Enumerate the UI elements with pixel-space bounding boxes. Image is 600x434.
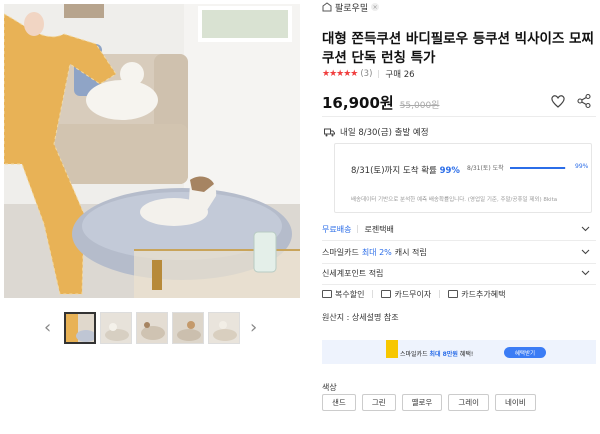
smile-card-icon	[386, 340, 398, 358]
origin-info: 원산지 : 상세설명 참조	[322, 313, 399, 322]
thumbnail-1[interactable]	[64, 312, 96, 344]
thumbnail-5[interactable]	[208, 312, 240, 344]
sale-price: 16,900원	[322, 94, 394, 112]
free-shipping-label: 무료배송	[322, 224, 352, 234]
get-benefit-button[interactable]: 혜택받기	[504, 347, 546, 358]
heart-icon[interactable]	[550, 93, 566, 109]
smile-card-row[interactable]: 스마일카드 최대 2% 캐시 적립	[322, 241, 596, 263]
store-icon	[322, 2, 332, 12]
price-row: 16,900원 55,000원	[322, 92, 439, 113]
thumbnail-strip: ‹ ›	[40, 312, 270, 346]
divider	[372, 290, 374, 298]
thumbnail-image	[209, 313, 239, 343]
arrival-progress-fill	[510, 167, 566, 169]
arrival-mini-label: 8/31(토) 도착	[467, 165, 504, 172]
chevron-down-icon	[581, 226, 590, 232]
thumbnail-image	[66, 314, 94, 342]
card-extra-benefit-link[interactable]: 카드추가혜택	[448, 289, 505, 300]
thumbnail-image	[101, 313, 131, 343]
smile-card-highlight: 최대 2%	[361, 247, 392, 257]
arrival-probability-label: 8/31(토)까지 도착 확률 99%	[351, 164, 460, 176]
divider	[439, 290, 441, 298]
arrival-progress-bar	[510, 167, 566, 169]
banner-prefix: 스마일카드	[400, 351, 428, 358]
smile-card-prefix: 스마일카드	[322, 247, 359, 257]
arrival-mini-percent: 99%	[575, 163, 589, 170]
thumbnail-image	[137, 313, 167, 343]
thumbnail-2[interactable]	[100, 312, 132, 344]
store-link[interactable]: 팔로우밀 ×	[322, 0, 380, 14]
color-option-label: 색상	[322, 383, 337, 392]
multi-discount-label: 복수할인	[335, 289, 365, 299]
divider	[322, 116, 596, 117]
card-icon	[381, 290, 392, 298]
shinsegae-point-row[interactable]: 신세계포인트 적립	[322, 262, 596, 284]
arrival-label-text: 8/31(토)까지 도착 확률	[351, 166, 437, 176]
divider	[357, 225, 359, 233]
divider	[378, 70, 380, 78]
chevron-down-icon	[581, 270, 590, 276]
coupon-icon	[322, 290, 332, 298]
card-extra-benefit-label: 카드추가혜택	[461, 289, 506, 299]
product-title: 대형 쫀득쿠션 바디필로우 등쿠션 빅사이즈 모찌쿠션 단독 런칭 특가	[322, 31, 594, 66]
chevron-right-icon[interactable]: ›	[250, 319, 257, 337]
shipping-expected-text: 내일 8/30(금) 출발 예정	[340, 128, 429, 138]
divider	[322, 284, 596, 285]
chevron-down-icon	[581, 249, 590, 255]
review-count[interactable]: (3)	[360, 69, 372, 79]
smile-card-suffix: 캐시 적립	[394, 247, 427, 257]
logen-label: 로젠택배	[364, 224, 394, 234]
card-interest-free-link[interactable]: 카드무이자	[381, 289, 431, 300]
arrival-percent: 99%	[439, 166, 460, 176]
arrival-note: 배송데이터 기반으로 분석한 예측 배송확률입니다. (영업일 기준, 주말/공…	[351, 197, 558, 203]
share-icon[interactable]	[576, 93, 592, 109]
color-chip-sand[interactable]: 샌드	[322, 394, 356, 411]
thumbnail-3[interactable]	[136, 312, 168, 344]
multi-discount-link[interactable]: 복수할인	[322, 289, 364, 300]
original-price: 55,000원	[399, 101, 440, 111]
store-name: 팔로우밀	[335, 3, 369, 14]
main-product-image	[4, 4, 300, 298]
thumbnail-image	[173, 313, 203, 343]
banner-highlight: 최대 8만원	[429, 351, 458, 358]
star-rating: ★★★★★	[322, 69, 358, 79]
color-chip-green[interactable]: 그린	[361, 394, 396, 411]
payment-benefits-row: 복수할인 카드무이자 카드추가혜택	[322, 286, 596, 302]
shipping-method-row[interactable]: 무료배송 로젠택배	[322, 218, 596, 240]
product-photo-illustration	[4, 4, 300, 298]
shipping-estimate: 내일 8/30(금) 출발 예정	[324, 126, 429, 138]
color-chip-yellow[interactable]: 옐로우	[401, 394, 443, 411]
truck-icon	[324, 128, 335, 136]
color-options: 샌드 그린 옐로우 그레이 네이비	[322, 394, 536, 411]
purchase-count: 구매 26	[385, 70, 415, 80]
close-icon[interactable]: ×	[371, 3, 380, 11]
shinsegae-label: 신세계포인트 적립	[322, 268, 384, 278]
color-chip-gray[interactable]: 그레이	[448, 394, 490, 411]
chevron-left-icon[interactable]: ‹	[44, 319, 51, 337]
arrival-probability-box: 8/31(토)까지 도착 확률 99% 8/31(토) 도착 99% 배송데이터…	[334, 143, 592, 213]
thumbnail-4[interactable]	[172, 312, 204, 344]
product-page: ‹ › 팔로우밀 × 대형 쫀득쿠션 바디필로우 등쿠션 빅사이즈 모찌쿠션 단…	[0, 0, 600, 434]
banner-suffix: 혜택!	[459, 351, 474, 358]
smile-card-banner[interactable]: 스마일카드 최대 8만원 혜택! 혜택받기	[322, 340, 596, 364]
card-interest-free-label: 카드무이자	[394, 289, 432, 299]
color-chip-navy[interactable]: 네이비	[495, 394, 536, 411]
rating-row: ★★★★★ (3) 구매 26	[322, 68, 415, 80]
card-icon	[448, 290, 459, 298]
banner-text: 스마일카드 최대 8만원 혜택!	[400, 349, 473, 358]
